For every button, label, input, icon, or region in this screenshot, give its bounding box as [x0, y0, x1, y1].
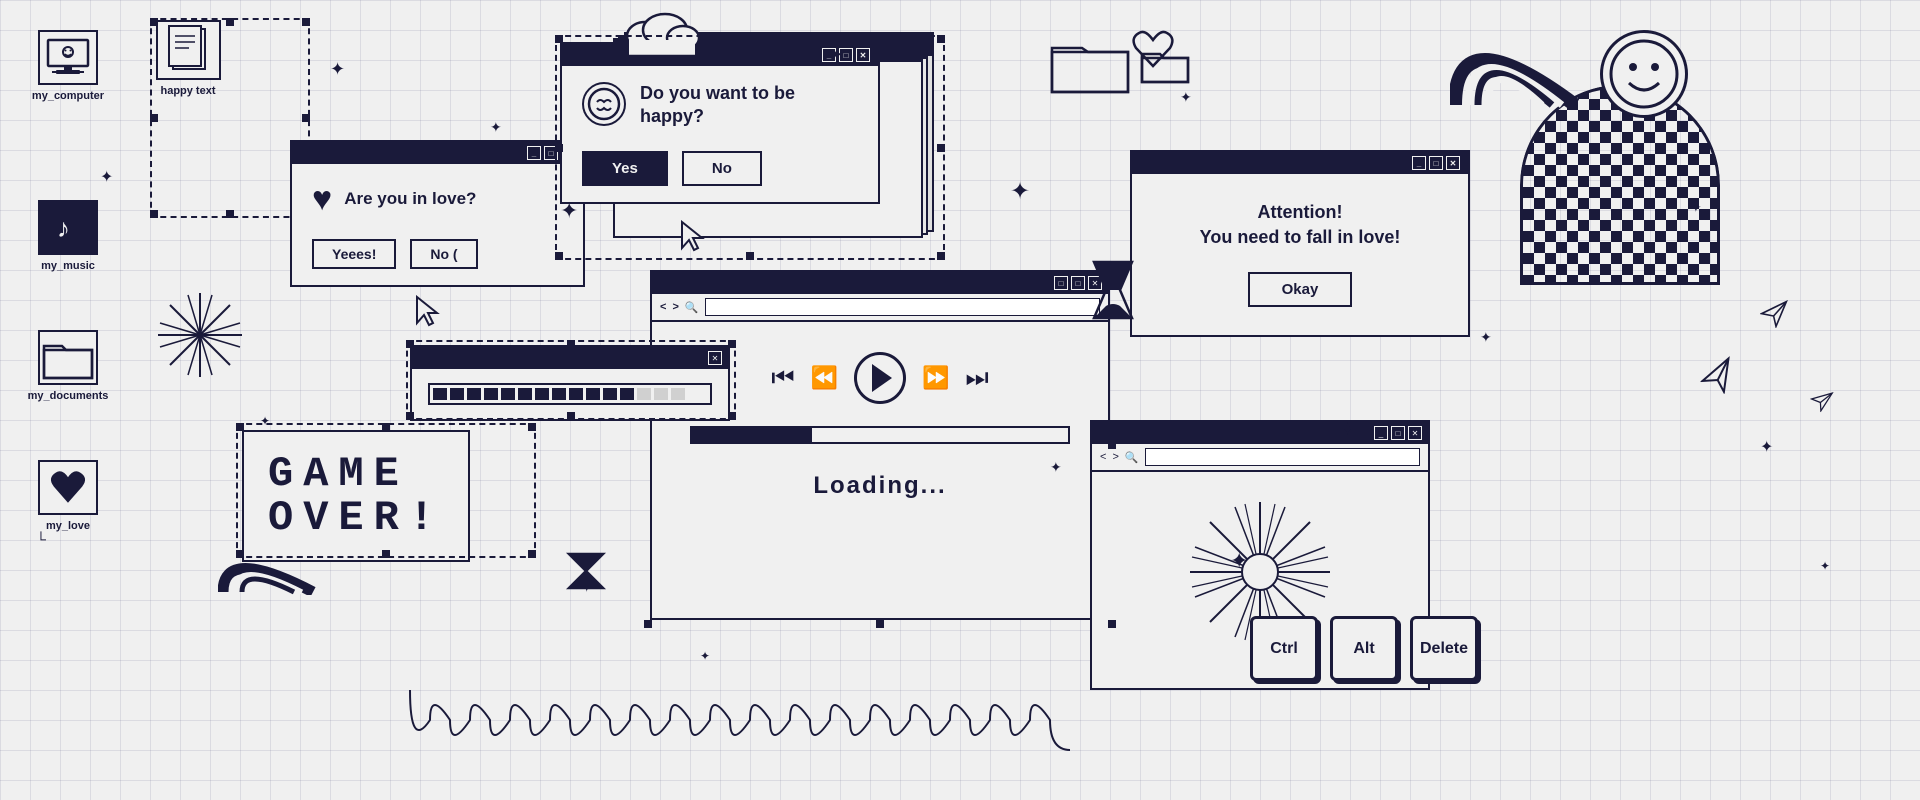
sparkle-6 [1180, 90, 1192, 104]
sparkle-13 [1690, 200, 1702, 214]
paper-plane-1 [1700, 360, 1735, 400]
sparkle-10 [1230, 550, 1248, 572]
attention-close[interactable]: ✕ [1446, 156, 1460, 170]
sparkle-9 [1480, 330, 1492, 344]
attention-line1: Attention! [1156, 202, 1444, 223]
attention-ok-button[interactable]: Okay [1248, 272, 1353, 307]
media-player-handles [644, 262, 1116, 628]
paper-plane-2 [1760, 300, 1788, 333]
sparkle-1 [330, 60, 345, 78]
love-no-button[interactable]: No ( [410, 239, 477, 269]
sparkle-5 [1010, 180, 1030, 204]
my-computer-label: my_computer [32, 90, 104, 102]
cursor-arrow-happy [680, 220, 706, 257]
sparkle-11 [100, 170, 113, 186]
paper-plane-3 [1810, 390, 1832, 417]
main-content: my_computer happy text ♪ my_music [0, 0, 1920, 800]
browser-small-titlebar: _ □ ✕ [1092, 422, 1428, 444]
my-love-label: my_love [46, 520, 90, 532]
love-yes-button[interactable]: Yeees! [312, 239, 396, 269]
bowtie-decoration [565, 550, 607, 597]
browser-small-toolbar: < > 🔍 [1092, 444, 1428, 472]
sparkle-4 [830, 48, 843, 64]
sparkle-15 [1820, 560, 1830, 572]
my-documents-label: my_documents [28, 390, 109, 402]
browser-small-close[interactable]: ✕ [1408, 426, 1422, 440]
starburst-decoration [155, 290, 245, 385]
heart-icon-large: ♥ [312, 180, 332, 219]
folder-small-right[interactable] [1140, 42, 1190, 84]
attention-dialog-body: Attention! You need to fall in love! Oka… [1132, 174, 1468, 335]
my-music-label: my_music [41, 260, 95, 272]
my-computer-icon[interactable]: my_computer [28, 30, 108, 102]
rainbow-large [1450, 10, 1580, 115]
win-stack-handles [555, 35, 945, 260]
my-love-icon[interactable]: my_love └ [28, 460, 108, 532]
browser-small-min[interactable]: _ [1374, 426, 1388, 440]
my-love-icon-box [38, 460, 98, 515]
love-dialog-titlebar: _ □ ✕ [292, 142, 583, 164]
my-computer-icon-box [38, 30, 98, 85]
my-music-icon-box: ♪ [38, 200, 98, 255]
attention-dialog-controls: _ □ ✕ [1412, 156, 1460, 170]
attention-dialog: _ □ ✕ Attention! You need to fall in lov… [1130, 150, 1470, 337]
sparkle-3 [560, 200, 578, 222]
smiley-face [1600, 30, 1688, 118]
love-dialog: _ □ ✕ ♥ Are you in love? Yeees! No ( [290, 140, 585, 287]
attention-line2: You need to fall in love! [1156, 227, 1444, 248]
my-music-icon[interactable]: ♪ my_music [28, 200, 108, 272]
browser-small-search: 🔍 [1125, 451, 1139, 464]
love-dialog-body: ♥ Are you in love? Yeees! No ( [292, 164, 583, 285]
svg-text:♪: ♪ [57, 213, 70, 243]
folder-top-right[interactable] [1050, 30, 1130, 95]
attention-dialog-titlebar: _ □ ✕ [1132, 152, 1468, 174]
attention-minimize[interactable]: _ [1412, 156, 1426, 170]
my-documents-icon-box [38, 330, 98, 385]
delete-key[interactable]: Delete [1410, 616, 1478, 681]
sparkle-14 [1760, 440, 1773, 456]
attention-maximize[interactable]: □ [1429, 156, 1443, 170]
browser-small-address[interactable] [1145, 448, 1420, 466]
love-cursor: └ [36, 532, 46, 546]
alt-key[interactable]: Alt [1330, 616, 1398, 681]
love-dialog-minimize[interactable]: _ [527, 146, 541, 160]
love-question-text: Are you in love? [344, 188, 476, 210]
sparkle-7 [1340, 420, 1355, 438]
sparkle-2 [490, 120, 502, 134]
selection-handles [150, 18, 310, 218]
my-documents-icon[interactable]: my_documents [28, 330, 108, 402]
browser-small-max[interactable]: □ [1391, 426, 1405, 440]
sparkle-17 [700, 650, 710, 662]
cursor-arrow-love [415, 295, 441, 332]
ctrl-key[interactable]: Ctrl [1250, 616, 1318, 681]
game-over-handles [236, 423, 536, 558]
spring-decoration [400, 680, 1080, 760]
